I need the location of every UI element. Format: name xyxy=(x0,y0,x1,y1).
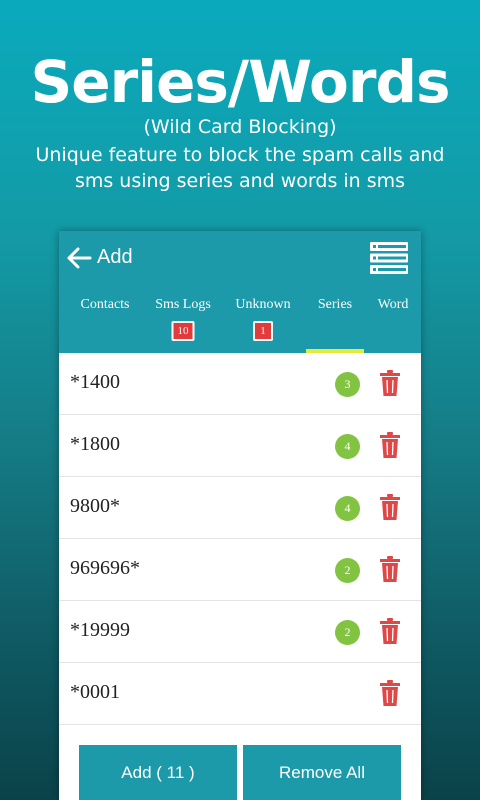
list-item[interactable]: *19999 2 xyxy=(59,601,421,663)
series-value: 969696* xyxy=(70,557,140,579)
list-item[interactable]: 9800* 4 xyxy=(59,477,421,539)
action-bar: Add ( 11 ) Remove All xyxy=(79,745,401,800)
tab-series[interactable]: Series xyxy=(306,285,364,353)
trash-icon[interactable] xyxy=(379,431,401,459)
app-bar: Add xyxy=(59,231,421,285)
series-value: *0001 xyxy=(70,681,120,703)
trash-icon[interactable] xyxy=(379,369,401,397)
series-value: *1800 xyxy=(70,433,120,455)
tab-label: Sms Logs xyxy=(155,297,211,312)
tab-bar: Contacts Sms Logs 10 Unknown 1 Series Wo… xyxy=(59,285,421,353)
tab-label: Word xyxy=(377,297,409,312)
list-menu-icon xyxy=(370,242,408,274)
page-title: Add xyxy=(97,246,133,268)
tab-label: Series xyxy=(317,297,353,312)
add-button[interactable]: Add ( 11 ) xyxy=(79,745,237,800)
remove-all-button[interactable]: Remove All xyxy=(243,745,401,800)
list-item[interactable]: 969696* 2 xyxy=(59,539,421,601)
block-count-badge: 2 xyxy=(335,558,360,583)
sms-logs-count-badge: 10 xyxy=(171,321,195,341)
tab-word[interactable]: Word xyxy=(367,285,419,353)
trash-icon[interactable] xyxy=(379,679,401,707)
trash-icon[interactable] xyxy=(379,555,401,583)
series-list: *1400 3 *1800 4 9800* 4 969696* 2 *19999… xyxy=(59,353,421,725)
list-item[interactable]: *0001 xyxy=(59,663,421,725)
menu-button[interactable] xyxy=(369,241,409,275)
tab-sms-logs[interactable]: Sms Logs 10 xyxy=(147,285,219,353)
block-count-badge: 4 xyxy=(335,434,360,459)
promo-subtitle: (Wild Card Blocking) xyxy=(143,116,337,138)
list-item[interactable]: *1800 4 xyxy=(59,415,421,477)
series-value: *19999 xyxy=(70,619,130,641)
tab-label: Unknown xyxy=(235,297,291,312)
trash-icon[interactable] xyxy=(379,493,401,521)
series-value: 9800* xyxy=(70,495,120,517)
promo-description: Unique feature to block the spam calls a… xyxy=(35,144,445,192)
series-value: *1400 xyxy=(70,371,120,393)
block-count-badge: 3 xyxy=(335,372,360,397)
list-item[interactable]: *1400 3 xyxy=(59,353,421,415)
block-count-badge: 2 xyxy=(335,620,360,645)
app-screen: Add Contacts Sms Logs 10 Unknown 1 Serie… xyxy=(59,231,421,800)
tab-label: Contacts xyxy=(80,297,130,312)
back-button[interactable] xyxy=(65,244,93,272)
tab-contacts[interactable]: Contacts xyxy=(63,285,147,353)
tab-unknown[interactable]: Unknown 1 xyxy=(223,285,303,353)
arrow-left-icon xyxy=(67,247,92,269)
trash-icon[interactable] xyxy=(379,617,401,645)
block-count-badge: 4 xyxy=(335,496,360,521)
unknown-count-badge: 1 xyxy=(253,321,273,341)
promo-title: Series/Words xyxy=(30,48,450,116)
